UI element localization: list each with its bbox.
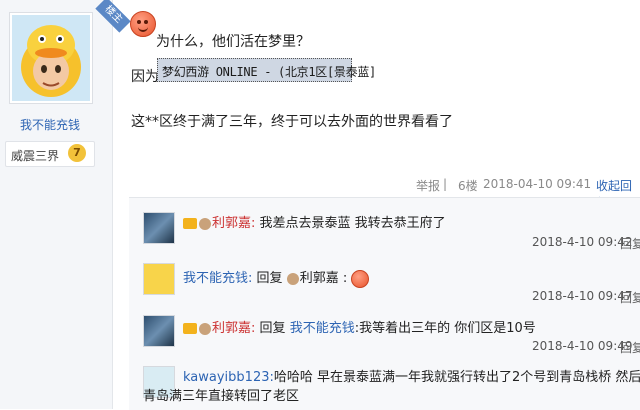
comment-timestamp: 2018-4-10 09:47 (532, 289, 633, 303)
comment-text-continued: 青岛满三年直接转回了老区 (143, 389, 300, 404)
comment-reply-button[interactable]: 回复 (620, 339, 640, 356)
dog-icon (286, 272, 299, 285)
highlighted-quote-text: 梦幻西游 ONLINE - (北京1区[景泰蓝] (162, 65, 376, 79)
commenter-name[interactable]: 利郭嘉: (212, 216, 255, 231)
crown-icon (183, 218, 197, 229)
comment-body: : (338, 271, 348, 286)
user-panel: 楼主 我不能充钱 威震三界 7 (0, 0, 131, 409)
angry-face-icon (351, 269, 370, 288)
comment-text: kawayibb123:哈哈哈 早在景泰蓝满一年我就强行转出了2个号到青岛栈桥 … (183, 366, 640, 385)
comment-body: :我等着出三年的 你们区是10号 (354, 321, 536, 336)
comment-body: 我差点去景泰蓝 我转去恭王府了 (259, 216, 446, 231)
reply-word: 回复 (259, 321, 286, 336)
comment-reply-button[interactable]: 回复 (620, 235, 640, 252)
commenter-avatar[interactable] (143, 263, 175, 295)
post-line-3: 这**区终于满了三年，终于可以去外面的世界看看了 (131, 114, 453, 130)
level-box: 威震三界 7 (5, 141, 95, 167)
post-timestamp: 2018-04-10 09:41 (483, 177, 592, 191)
dog-icon (199, 217, 211, 230)
floor-number: 6楼 (458, 179, 478, 193)
comment-timestamp: 2018-4-10 09:49 (532, 339, 633, 353)
crown-icon (183, 323, 197, 334)
commenter-avatar[interactable] (143, 212, 175, 244)
commenter-avatar[interactable] (143, 315, 175, 347)
report-link[interactable]: 举报 (416, 177, 440, 194)
post-line-2-prefix: 因为 (131, 69, 159, 85)
level-badge: 7 (68, 144, 86, 162)
reply-target[interactable]: 利郭嘉 (300, 271, 339, 286)
commenter-name[interactable]: 我不能充钱: (183, 271, 252, 286)
comment-reply-button[interactable]: 回复 (620, 289, 640, 306)
reply-word: 回复 (256, 271, 283, 286)
angry-face-icon (130, 11, 156, 37)
comments-section: 利郭嘉: 我差点去景泰蓝 我转去恭王府了 2018-4-10 09:42 回复 … (129, 197, 640, 410)
avatar[interactable]: 楼主 (9, 0, 131, 104)
avatar-image (12, 15, 90, 101)
comment-timestamp: 2018-4-10 09:42 (532, 235, 633, 249)
commenter-name[interactable]: kawayibb123: (183, 370, 274, 385)
dog-icon (199, 322, 211, 335)
reply-target[interactable]: 我不能充钱 (290, 321, 355, 336)
owner-badge: 楼主 (95, 0, 131, 33)
commenter-name[interactable]: 利郭嘉: (212, 321, 255, 336)
meta-separator: | (443, 177, 448, 191)
highlighted-quote: 梦幻西游 ONLINE - (北京1区[景泰蓝] (157, 58, 376, 82)
level-label: 威震三界 (11, 149, 60, 163)
comment-body: 哈哈哈 早在景泰蓝满一年我就强行转出了2个号到青岛栈桥 然后再 (273, 370, 640, 385)
comment-text: 利郭嘉: 回复 我不能充钱:我等着出三年的 你们区是10号 (183, 317, 536, 336)
post-line-1: 为什么，他们活在梦里？ (156, 34, 310, 50)
comment-text: 利郭嘉: 我差点去景泰蓝 我转去恭王府了 (183, 212, 446, 231)
comment-text: 我不能充钱: 回复 利郭嘉 : (183, 267, 370, 288)
username-link[interactable]: 我不能充钱 (0, 116, 100, 133)
